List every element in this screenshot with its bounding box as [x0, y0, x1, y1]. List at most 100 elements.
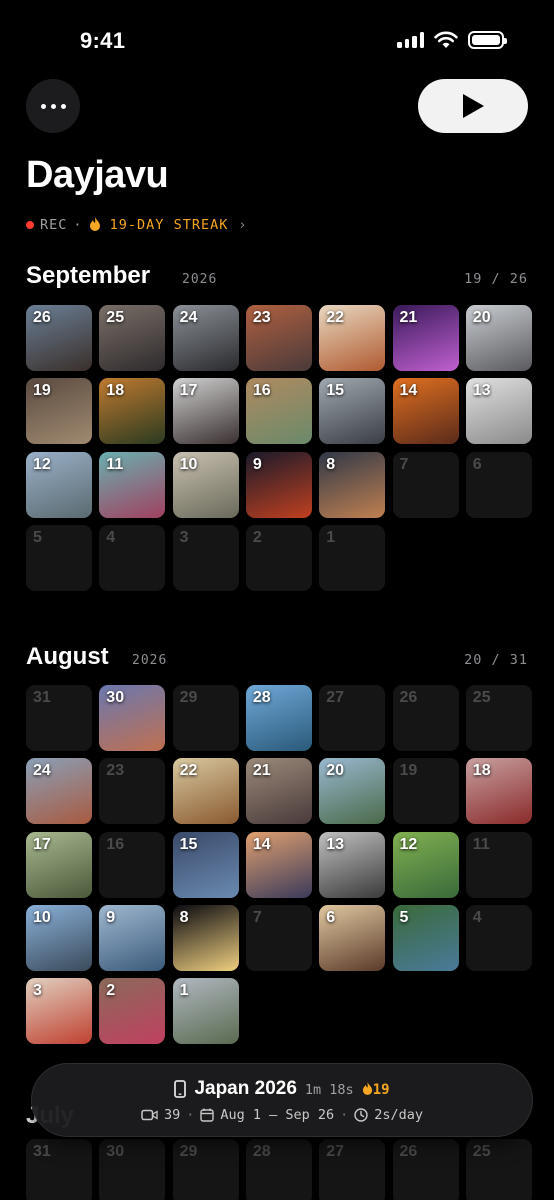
day-number: 7: [252, 908, 262, 926]
flame-icon: [89, 217, 100, 231]
clip-count: 39: [163, 1107, 181, 1123]
streak-badge[interactable]: 19-DAY STREAK: [89, 217, 229, 233]
day-cell-empty[interactable]: 26: [392, 1139, 459, 1200]
day-number: 12: [33, 455, 51, 473]
day-number: 1: [179, 982, 189, 1000]
day-cell-photo[interactable]: 21: [245, 758, 312, 825]
day-number: 27: [326, 1143, 344, 1160]
day-cell-empty[interactable]: 25: [465, 1139, 532, 1200]
day-cell-photo[interactable]: 30: [99, 685, 166, 751]
play-icon: [463, 94, 484, 118]
day-cell-empty[interactable]: 23: [99, 758, 166, 825]
day-cell-photo[interactable]: 24: [26, 758, 92, 825]
day-cell-empty[interactable]: 30: [99, 1139, 166, 1200]
day-cell-empty[interactable]: 4: [465, 904, 532, 971]
day-cell-photo[interactable]: 9: [245, 451, 312, 518]
video-icon: [141, 1109, 158, 1121]
day-cell-photo[interactable]: 3: [26, 978, 92, 1045]
day-cell-empty[interactable]: 7: [245, 904, 312, 971]
day-cell-photo[interactable]: 6: [319, 904, 386, 971]
date-range: Aug 1 — Sep 26: [220, 1107, 335, 1123]
day-cell-photo[interactable]: 10: [172, 451, 239, 518]
status-bar: 9:41: [0, 0, 554, 80]
day-cell-empty[interactable]: 1: [319, 524, 386, 591]
day-cell-photo[interactable]: 22: [172, 758, 239, 825]
day-cell-photo[interactable]: 22: [319, 305, 386, 371]
streak-label: 19-DAY STREAK: [109, 217, 229, 233]
separator: ·: [73, 217, 83, 233]
day-cell-photo[interactable]: 24: [172, 305, 239, 371]
day-cell-empty[interactable]: 11: [465, 831, 532, 898]
day-cell-photo[interactable]: 23: [245, 305, 312, 371]
day-cell-photo[interactable]: 15: [319, 378, 386, 445]
day-cell-photo[interactable]: 15: [172, 831, 239, 898]
day-cell-photo[interactable]: 12: [26, 451, 92, 518]
day-cell-photo[interactable]: 2: [99, 978, 166, 1045]
play-button[interactable]: [418, 79, 528, 133]
day-cell-photo[interactable]: 25: [99, 305, 166, 371]
day-number: 26: [399, 689, 418, 706]
day-cell-photo[interactable]: 28: [245, 685, 312, 751]
day-cell-photo[interactable]: 20: [465, 305, 532, 371]
day-cell-photo[interactable]: 12: [392, 831, 459, 898]
day-cell-photo[interactable]: 11: [99, 451, 166, 518]
rec-streak-line[interactable]: REC · 19-DAY STREAK ›: [26, 217, 247, 233]
day-cell-empty[interactable]: 6: [465, 451, 532, 518]
day-cell-empty[interactable]: 3: [172, 524, 239, 591]
day-cell-empty[interactable]: 4: [99, 524, 166, 591]
day-cell-empty[interactable]: 7: [392, 451, 459, 518]
day-cell-photo[interactable]: 21: [392, 305, 459, 371]
day-cell-photo[interactable]: 20: [319, 758, 386, 825]
day-cell-photo[interactable]: 5: [392, 904, 459, 971]
day-number: 7: [399, 455, 409, 473]
day-cell-photo[interactable]: 14: [392, 378, 459, 445]
day-number: 25: [106, 309, 125, 326]
day-cell-empty[interactable]: 28: [245, 1139, 312, 1200]
day-cell-photo[interactable]: 13: [465, 378, 532, 445]
cellular-signal-icon: [397, 32, 424, 48]
day-cell-empty[interactable]: 27: [319, 685, 386, 751]
day-number: 4: [472, 908, 482, 926]
day-cell-photo[interactable]: 13: [319, 831, 386, 898]
more-options-button[interactable]: [26, 79, 80, 133]
day-cell-photo[interactable]: 18: [465, 758, 532, 825]
day-cell-empty[interactable]: 19: [392, 758, 459, 825]
month-year: 2026: [182, 272, 218, 287]
day-number: 25: [472, 1143, 491, 1160]
day-number: 20: [326, 762, 344, 780]
day-cell-photo[interactable]: 18: [99, 378, 166, 445]
day-cell-photo[interactable]: 26: [26, 305, 92, 371]
month-year: 2026: [132, 653, 168, 668]
day-number: 28: [252, 689, 271, 706]
day-cell-empty[interactable]: 2: [245, 524, 312, 591]
phone-icon: [174, 1080, 187, 1098]
day-cell-empty[interactable]: 31: [26, 1139, 92, 1200]
battery-icon: [468, 31, 507, 49]
day-cell-empty[interactable]: 29: [172, 1139, 239, 1200]
day-number: 29: [179, 689, 198, 706]
day-cell-photo[interactable]: 10: [26, 904, 92, 971]
day-cell-photo[interactable]: 19: [26, 378, 92, 445]
day-cell-empty[interactable]: 26: [392, 685, 459, 751]
day-cell-empty[interactable]: 27: [319, 1139, 386, 1200]
project-summary-pill[interactable]: Japan 2026 1m 18s 19 39 · Aug 1 — Sep 26…: [31, 1063, 533, 1137]
ellipsis-icon: [40, 103, 46, 109]
day-cell-empty[interactable]: 31: [26, 685, 92, 751]
separator: ·: [186, 1107, 195, 1123]
day-cell-empty[interactable]: 29: [172, 685, 239, 751]
day-cell-photo[interactable]: 17: [172, 378, 239, 445]
day-cell-photo[interactable]: 8: [319, 451, 386, 518]
day-cell-empty[interactable]: 16: [99, 831, 166, 898]
day-number: 16: [106, 835, 125, 853]
pill-streak-count: 19: [372, 1082, 390, 1098]
day-cell-photo[interactable]: 16: [245, 378, 312, 445]
separator: ·: [340, 1107, 349, 1123]
day-cell-empty[interactable]: 5: [26, 524, 92, 591]
day-cell-photo[interactable]: 1: [172, 978, 239, 1045]
day-cell-photo[interactable]: 9: [99, 904, 166, 971]
project-title: Japan 2026: [194, 1078, 297, 1099]
day-cell-photo[interactable]: 17: [26, 831, 92, 898]
day-cell-photo[interactable]: 8: [172, 904, 239, 971]
day-cell-photo[interactable]: 14: [245, 831, 312, 898]
day-cell-empty[interactable]: 25: [465, 685, 532, 751]
